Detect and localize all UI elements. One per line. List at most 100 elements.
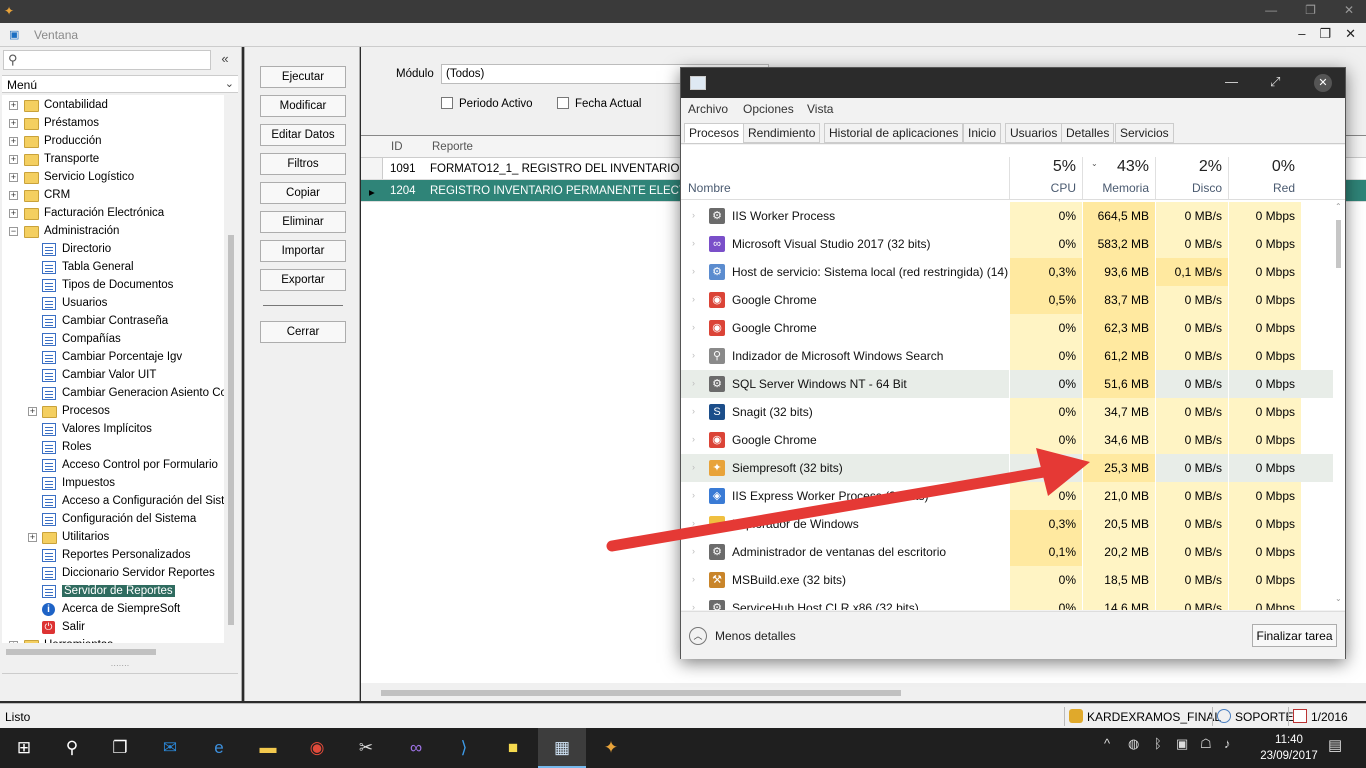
windows-start-icon[interactable]: ⊞ xyxy=(12,736,36,760)
child-close-icon[interactable]: ✕ xyxy=(1345,26,1356,42)
col-header-memoria[interactable]: 43% Memoria xyxy=(1082,157,1155,199)
search-input[interactable] xyxy=(26,52,206,68)
tools-icon[interactable]: ✂ xyxy=(354,736,378,760)
expand-icon[interactable]: + xyxy=(28,407,37,416)
search-box[interactable]: ⚲ xyxy=(3,50,211,70)
volume-icon[interactable]: ♪ xyxy=(1224,736,1231,751)
search-icon[interactable]: ⚲ xyxy=(60,736,84,760)
tree-scrollbar[interactable] xyxy=(226,95,236,643)
expand-row-icon[interactable]: › xyxy=(692,518,695,528)
expand-icon[interactable]: + xyxy=(28,533,37,542)
file-explorer-icon[interactable]: ▬ xyxy=(256,736,280,760)
chevron-up-icon[interactable]: ︿ xyxy=(689,627,707,645)
col-header-cpu[interactable]: 5% CPU xyxy=(1009,157,1082,199)
chrome-icon[interactable]: ◉ xyxy=(305,736,329,760)
menu-opciones[interactable]: Opciones xyxy=(743,102,794,116)
sticky-notes-icon[interactable]: ■ xyxy=(501,736,525,760)
close-icon[interactable]: ✕ xyxy=(1344,3,1354,17)
tab-usuarios[interactable]: Usuarios xyxy=(1005,123,1063,143)
expand-row-icon[interactable]: › xyxy=(692,378,695,388)
copiar-button[interactable]: Copiar xyxy=(260,182,346,204)
expand-icon[interactable]: + xyxy=(9,641,18,643)
child-restore-icon[interactable]: ❐ xyxy=(1319,26,1331,42)
sidebar-item[interactable]: Cambiar Contraseña xyxy=(2,313,224,331)
expand-row-icon[interactable]: › xyxy=(692,490,695,500)
sidebar-item[interactable]: Directorio xyxy=(2,241,224,259)
collapse-icon[interactable]: − xyxy=(9,227,18,236)
expand-icon[interactable]: + xyxy=(9,209,18,218)
expand-row-icon[interactable]: › xyxy=(692,462,695,472)
sidebar-item[interactable]: Acceso a Configuración del Siste xyxy=(2,493,224,511)
expand-icon[interactable]: + xyxy=(9,101,18,110)
scroll-up-icon[interactable]: ⌃ xyxy=(1335,202,1342,211)
restore-icon[interactable]: ❐ xyxy=(1305,3,1316,17)
notifications-icon[interactable]: ▤ xyxy=(1328,736,1342,754)
process-row[interactable]: › ◉ Google Chrome 0% 34,6 MB 0 MB/s 0 Mbps xyxy=(681,426,1333,454)
outlook-icon[interactable]: ✉ xyxy=(158,736,182,760)
tab-detalles[interactable]: Detalles xyxy=(1061,123,1115,143)
sidebar-item[interactable]: + Préstamos xyxy=(2,115,224,133)
tab-procesos[interactable]: Procesos xyxy=(684,123,745,143)
menu-archivo[interactable]: Archivo xyxy=(688,102,728,116)
sidebar-item[interactable]: + Servicio Logístico xyxy=(2,169,224,187)
checkbox-box[interactable] xyxy=(441,97,453,109)
process-row[interactable]: › ◉ Google Chrome 0% 62,3 MB 0 MB/s 0 Mbps xyxy=(681,314,1333,342)
process-row[interactable]: › ⚒ MSBuild.exe (32 bits) 0% 18,5 MB 0 MB/s 0 … xyxy=(681,566,1333,594)
sidebar-item[interactable]: + Transporte xyxy=(2,151,224,169)
sidebar-item[interactable]: + Facturación Electrónica xyxy=(2,205,224,223)
task-view-icon[interactable]: ❐ xyxy=(108,736,132,760)
less-details-link[interactable]: Menos detalles xyxy=(715,629,796,643)
expand-row-icon[interactable]: › xyxy=(692,574,695,584)
expand-row-icon[interactable]: › xyxy=(692,434,695,444)
process-row[interactable]: › ✦ Siempresoft (32 bits) 0% 25,3 MB 0 MB/s 0 … xyxy=(681,454,1333,482)
database-tray-icon[interactable]: ◍ xyxy=(1128,736,1139,752)
process-row[interactable]: › ⚲ Indizador de Microsoft Windows Search 0… xyxy=(681,342,1333,370)
sidebar-item[interactable]: Valores Implícitos xyxy=(2,421,224,439)
expand-icon[interactable]: + xyxy=(9,191,18,200)
ejecutar-button[interactable]: Ejecutar xyxy=(260,66,346,88)
col-header-disco[interactable]: 2% Disco xyxy=(1155,157,1228,199)
eliminar-button[interactable]: Eliminar xyxy=(260,211,346,233)
process-row[interactable]: › ⚙ SQL Server Windows NT - 64 Bit 0% 51,6 M… xyxy=(681,370,1333,398)
process-row[interactable]: › ⚙ ServiceHub.Host.CLR.x86 (32 bits) 0% 14,… xyxy=(681,594,1333,610)
sidebar-item[interactable]: Tabla General xyxy=(2,259,224,277)
process-row[interactable]: › ∞ Microsoft Visual Studio 2017 (32 bits)… xyxy=(681,230,1333,258)
vs-code-icon[interactable]: ⟩ xyxy=(452,736,476,760)
child-minimize-icon[interactable]: – xyxy=(1298,26,1305,42)
collapse-sidebar-icon[interactable]: « xyxy=(216,51,234,69)
menu-vista[interactable]: Vista xyxy=(807,102,833,116)
sidebar-item[interactable]: − Administración xyxy=(2,223,224,241)
col-header-id[interactable]: ID xyxy=(391,141,403,153)
expand-icon[interactable]: + xyxy=(9,155,18,164)
tab-rendimiento[interactable]: Rendimiento xyxy=(743,123,821,143)
expand-icon[interactable]: + xyxy=(9,119,18,128)
process-row[interactable]: › ⚙ IIS Worker Process 0% 664,5 MB 0 MB/s 0 Mb… xyxy=(681,202,1333,230)
tab-inicio[interactable]: Inicio xyxy=(963,123,1002,143)
filtros-button[interactable]: Filtros xyxy=(260,153,346,175)
process-scroll-thumb[interactable] xyxy=(1336,220,1341,268)
chevron-down-icon[interactable]: ⌄ xyxy=(225,77,234,90)
process-row[interactable]: › S Snagit (32 bits) 0% 34,7 MB 0 MB/s 0 Mbps xyxy=(681,398,1333,426)
sidebar-item[interactable]: Compañías xyxy=(2,331,224,349)
close-icon[interactable]: ✕ xyxy=(1314,74,1332,92)
sidebar-item[interactable]: + Herramientas xyxy=(2,637,224,643)
sidebar-item[interactable]: Configuración del Sistema xyxy=(2,511,224,529)
expand-icon[interactable]: + xyxy=(9,137,18,146)
process-row[interactable]: › ⚙ Administrador de ventanas del escritor… xyxy=(681,538,1333,566)
tree-scroll-thumb[interactable] xyxy=(228,235,234,625)
process-list-scrollbar[interactable]: ⌃ ⌄ xyxy=(1333,202,1345,610)
minimize-icon[interactable]: — xyxy=(1265,3,1277,17)
process-row[interactable]: › ▬ Explorador de Windows 0,3% 20,5 MB 0 MB/s… xyxy=(681,510,1333,538)
sidebar-item[interactable]: i Acerca de SiempreSoft xyxy=(2,601,224,619)
sidebar-item[interactable]: + Contabilidad xyxy=(2,97,224,115)
sidebar-item[interactable]: Tipos de Documentos xyxy=(2,277,224,295)
sidebar-item[interactable]: ⏻ Salir xyxy=(2,619,224,637)
scroll-down-icon[interactable]: ⌄ xyxy=(1335,594,1342,603)
sidebar-item[interactable]: Cambiar Porcentaje Igv xyxy=(2,349,224,367)
expand-row-icon[interactable]: › xyxy=(692,238,695,248)
importar-button[interactable]: Importar xyxy=(260,240,346,262)
sidebar-item[interactable]: Roles xyxy=(2,439,224,457)
chevron-up-icon[interactable]: ^ xyxy=(1104,736,1110,751)
expand-row-icon[interactable]: › xyxy=(692,294,695,304)
bluetooth-icon[interactable]: ᛒ xyxy=(1154,736,1162,751)
